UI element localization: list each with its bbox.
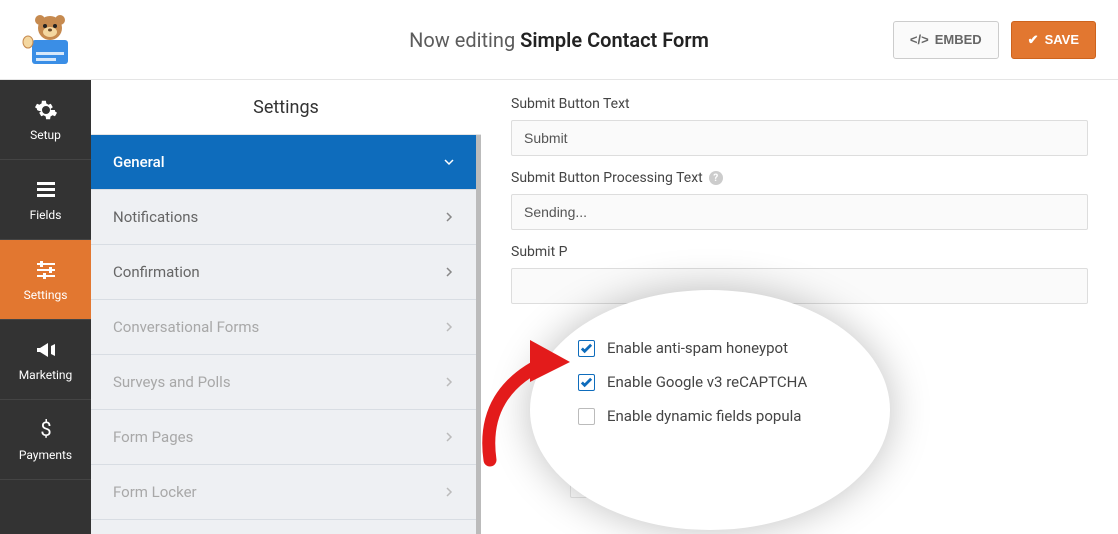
panel-conversational[interactable]: Conversational Forms [91,300,476,355]
panel-surveys[interactable]: Surveys and Polls [91,355,476,410]
panel-form-pages[interactable]: Form Pages [91,410,476,465]
svg-text:$: $ [40,418,51,441]
panel-notifications[interactable]: Notifications [91,190,476,245]
main-sidebar: Setup Fields Settings Marketing $ Paymen… [0,80,91,534]
chevron-right-icon [444,267,454,277]
chevron-right-icon [444,212,454,222]
submit-text-label: Submit Button Text [511,96,1088,112]
submit-p-input[interactable] [511,268,1088,304]
chevron-right-icon [444,322,454,332]
editing-label: Now editing Simple Contact Form [409,28,709,52]
check-icon: ✔ [1028,32,1039,48]
sidebar-payments[interactable]: $ Payments [0,400,91,480]
embed-button[interactable]: </> EMBED [893,21,999,59]
chevron-right-icon [444,487,454,497]
gear-icon [34,98,58,122]
submit-p-label: Submit P [511,244,1088,260]
save-button[interactable]: ✔ SAVE [1011,21,1096,59]
sidebar-fields[interactable]: Fields [0,160,91,240]
sidebar-setup[interactable]: Setup [0,80,91,160]
processing-text-input[interactable] [511,194,1088,230]
app-logo [22,12,78,68]
checkbox-checked-icon [580,376,593,389]
processing-text-label: Submit Button Processing Text ? [511,170,1088,186]
help-icon[interactable]: ? [709,171,723,185]
panel-title: Settings [91,80,481,135]
sliders-icon [34,258,58,282]
dollar-icon: $ [34,418,58,442]
megaphone-icon [34,338,58,362]
chevron-right-icon [444,377,454,387]
list-icon [34,178,58,202]
panel-confirmation[interactable]: Confirmation [91,245,476,300]
checkbox-unchecked-icon [578,408,595,425]
sidebar-marketing[interactable]: Marketing [0,320,91,400]
panel-form-locker[interactable]: Form Locker [91,465,476,520]
panel-general[interactable]: General [91,135,476,190]
sidebar-settings[interactable]: Settings [0,240,91,320]
check-dynamic[interactable]: Enable dynamic fields popula [578,407,807,425]
code-icon: </> [910,32,929,47]
submit-text-input[interactable] [511,120,1088,156]
check-honeypot[interactable]: Enable anti-spam honeypot [578,339,807,357]
check-recaptcha[interactable]: Enable Google v3 reCAPTCHA [578,373,807,391]
checkbox-checked-icon [580,342,593,355]
chevron-down-icon [444,157,454,167]
chevron-right-icon [444,432,454,442]
